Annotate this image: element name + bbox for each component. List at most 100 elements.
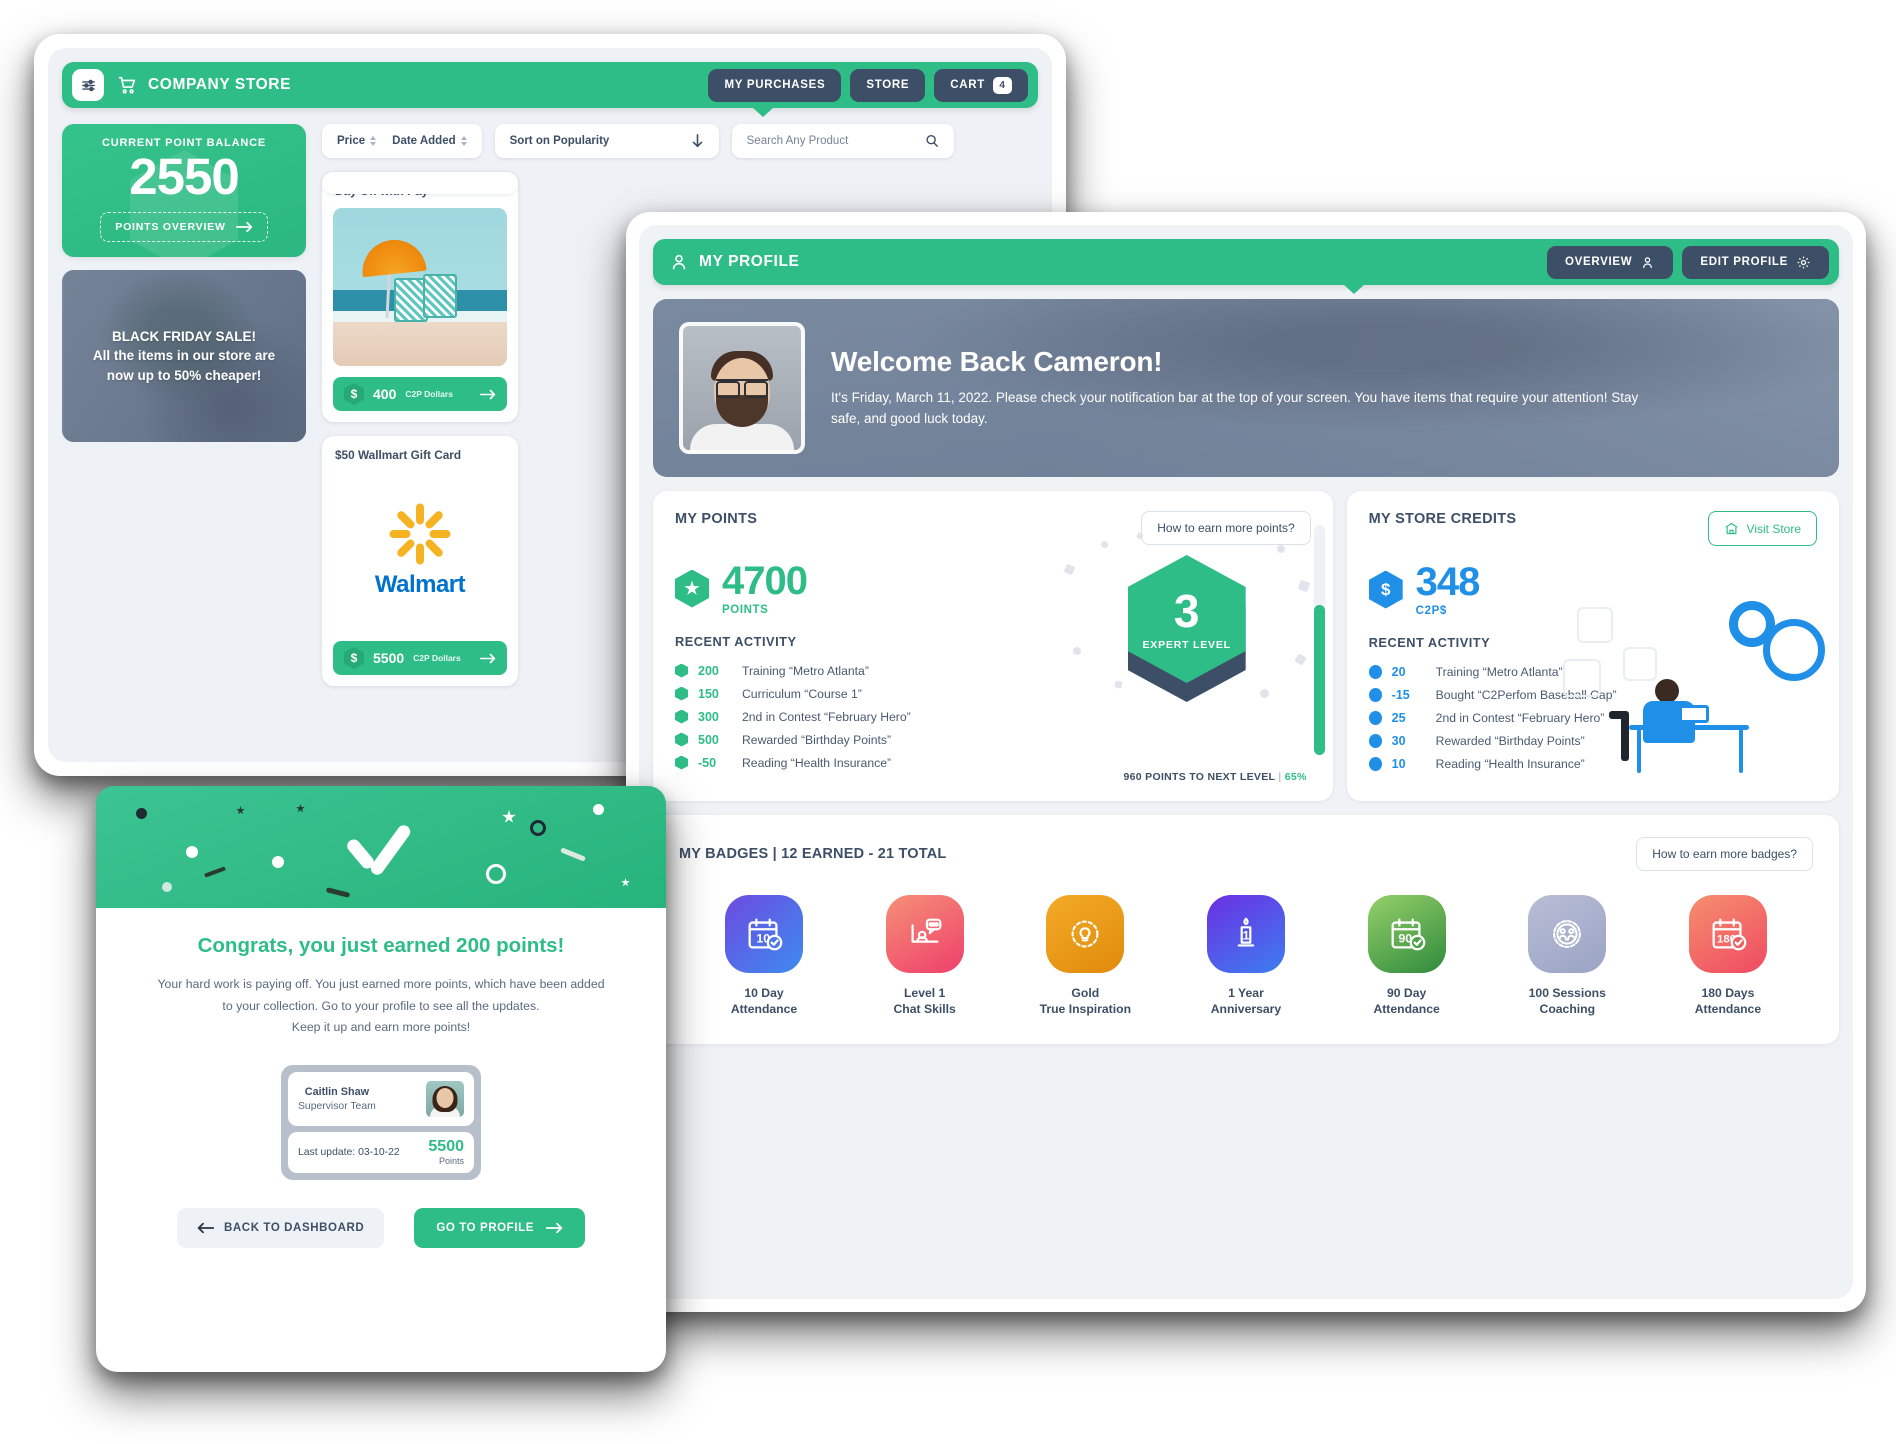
- badge-item[interactable]: 10 10 Day Attendance: [705, 895, 823, 1018]
- user-role: Supervisor Team: [298, 1100, 376, 1112]
- hexagon-bullet-icon: [675, 686, 688, 701]
- arrow-right-icon: [235, 221, 253, 233]
- user-points-label: Points: [438, 1155, 464, 1166]
- badge-item[interactable]: Gold True Inspiration: [1026, 895, 1144, 1018]
- activity-amount: 20: [1391, 664, 1406, 679]
- sliders-icon[interactable]: [72, 69, 104, 101]
- store-credits-title: MY STORE CREDITS: [1368, 511, 1517, 527]
- badge-label: 10 Day Attendance: [705, 985, 823, 1018]
- modal-body: Congrats, you just earned 200 points! Yo…: [96, 908, 666, 1248]
- badge-item[interactable]: 1 1 Year Anniversary: [1187, 895, 1305, 1018]
- avatar: [426, 1080, 464, 1117]
- date-added-label: Date Added: [392, 135, 456, 147]
- walmart-wordmark: Walmart: [374, 571, 466, 598]
- last-update-text: Last update: 03-10-22: [298, 1146, 400, 1158]
- badge-grid: 10 10 Day Attendance Level 1 Chat Skills…: [679, 895, 1813, 1018]
- badge-line-2: Chat Skills: [893, 1002, 956, 1017]
- badge-item[interactable]: 90 90 Day Attendance: [1348, 895, 1466, 1018]
- level-progress-bar: [1313, 525, 1325, 755]
- visit-store-button[interactable]: Visit Store: [1707, 511, 1817, 546]
- overview-label: OVERVIEW: [1564, 256, 1633, 268]
- arrow-right-icon: [546, 1222, 563, 1234]
- badges-header: MY BADGES | 12 EARNED - 21 TOTAL How to …: [679, 837, 1813, 871]
- store-sidebar: CURRENT POINT BALANCE 2550 POINTS OVERVI…: [62, 124, 306, 748]
- activity-amount: 30: [1391, 733, 1406, 748]
- badge-item[interactable]: 100 Sessions Coaching: [1508, 895, 1626, 1018]
- next-level-text: 960 POINTS TO NEXT LEVEL: [1123, 771, 1276, 783]
- go-to-profile-label: GO TO PROFILE: [436, 1221, 534, 1234]
- user-name: Caitlin Shaw: [304, 1085, 369, 1098]
- product-card[interactable]: Day Off with Pay $ 400: [322, 172, 518, 422]
- promo-line-3: now up to 50% cheaper!: [106, 367, 262, 383]
- activity-label: Reading “Health Insurance”: [742, 755, 892, 770]
- edit-profile-label: EDIT PROFILE: [1700, 256, 1788, 268]
- points-value: 4700: [722, 559, 808, 603]
- user-icon: [1640, 255, 1655, 270]
- badge-item[interactable]: 180 180 Days Attendance: [1669, 895, 1787, 1018]
- next-level-percent: 65%: [1284, 771, 1307, 783]
- go-to-profile-button[interactable]: GO TO PROFILE: [414, 1207, 585, 1248]
- modal-desc-line-3: Keep it up and earn more points!: [291, 1020, 471, 1035]
- my-purchases-button[interactable]: MY PURCHASES: [708, 68, 842, 102]
- product-card[interactable]: [322, 172, 518, 194]
- profile-header-notch: [1343, 284, 1365, 294]
- point-balance-value: 2550: [129, 148, 239, 205]
- search-icon[interactable]: [925, 134, 939, 148]
- activity-label: Training “Metro Atlanta”: [742, 663, 869, 678]
- profile-title: MY PROFILE: [699, 253, 800, 270]
- user-points: 5500 Points: [428, 1138, 464, 1166]
- welcome-subtitle: It's Friday, March 11, 2022. Please chec…: [831, 388, 1661, 430]
- back-to-dashboard-button[interactable]: BACK TO DASHBOARD: [176, 1207, 385, 1248]
- hexagon-bullet-icon: [675, 755, 688, 770]
- store-tab-button[interactable]: STORE: [850, 68, 926, 102]
- search-placeholder: Search Any Product: [746, 135, 849, 147]
- edit-profile-button[interactable]: EDIT PROFILE: [1682, 245, 1829, 279]
- back-to-dashboard-label: BACK TO DASHBOARD: [223, 1221, 365, 1234]
- badge-label: 100 Sessions Coaching: [1508, 985, 1626, 1018]
- how-to-earn-badges-button[interactable]: How to earn more badges?: [1636, 837, 1813, 871]
- black-friday-promo-card[interactable]: BLACK FRIDAY SALE! All the items in our …: [62, 270, 306, 443]
- badge-line-1: Gold: [1071, 986, 1100, 1000]
- my-points-title: MY POINTS: [675, 511, 758, 527]
- modal-desc-line-2: to your collection. Go to your profile t…: [222, 998, 540, 1013]
- badge-line-1: Level 1: [903, 986, 946, 1000]
- level-progress-fill: [1313, 605, 1325, 755]
- store-header-bar: COMPANY STORE MY PURCHASES STORE CART 4: [62, 62, 1038, 117]
- store-tab-label: STORE: [866, 79, 910, 91]
- sort-by-date-added[interactable]: Date Added: [392, 135, 467, 147]
- welcome-text: Welcome Back Cameron! It's Friday, March…: [831, 346, 1661, 430]
- activity-amount: -15: [1391, 687, 1410, 702]
- birthday-candle-icon: 1: [1206, 895, 1285, 973]
- overview-button[interactable]: OVERVIEW: [1546, 245, 1674, 279]
- credits-unit: C2P$: [1415, 605, 1447, 617]
- credits-value: 348: [1415, 560, 1481, 604]
- calendar-10-check-icon: 10: [725, 895, 803, 973]
- badge-label: 180 Days Attendance: [1669, 985, 1787, 1018]
- activity-amount: 150: [698, 686, 719, 701]
- avatar: [679, 322, 805, 454]
- badge-line-2: True Inspiration: [1039, 1002, 1132, 1017]
- search-field[interactable]: Search Any Product: [731, 124, 954, 158]
- sort-by-price[interactable]: Price: [337, 135, 377, 147]
- badge-item[interactable]: Level 1 Chat Skills: [866, 895, 984, 1018]
- sort-dropdown[interactable]: Sort on Popularity: [494, 124, 719, 158]
- walmart-spark-icon: [389, 503, 451, 565]
- promo-text: BLACK FRIDAY SALE! All the items in our …: [83, 327, 285, 386]
- product-name: $50 Wallmart Gift Card: [335, 448, 462, 462]
- modal-actions: BACK TO DASHBOARD GO TO PROFILE: [132, 1207, 630, 1248]
- product-buy-button[interactable]: $ 5500 C2P Dollars: [333, 641, 507, 675]
- screenshot-stage: COMPANY STORE MY PURCHASES STORE CART 4: [0, 0, 1896, 1444]
- profile-body: Welcome Back Cameron! It's Friday, March…: [639, 285, 1853, 1058]
- my-points-card: MY POINTS How to earn more points? ★ 470…: [653, 491, 1333, 801]
- product-card[interactable]: $50 Wallmart Gift Card Walmart $ 5500 C2…: [322, 436, 518, 686]
- circle-bullet-icon: [1368, 710, 1382, 725]
- circle-bullet-icon: [1368, 687, 1382, 702]
- cart-count-badge: 4: [993, 76, 1012, 94]
- user-icon: [669, 252, 689, 272]
- cart-button[interactable]: CART 4: [934, 68, 1028, 102]
- calendar-180-check-icon: 180: [1688, 895, 1767, 973]
- product-buy-button[interactable]: $ 400 C2P Dollars: [333, 377, 507, 411]
- sort-fields-box[interactable]: Price Date Added: [322, 124, 482, 158]
- list-item: 300 2nd in Contest “February Hero”: [675, 705, 1311, 728]
- points-overview-button[interactable]: POINTS OVERVIEW: [100, 212, 268, 243]
